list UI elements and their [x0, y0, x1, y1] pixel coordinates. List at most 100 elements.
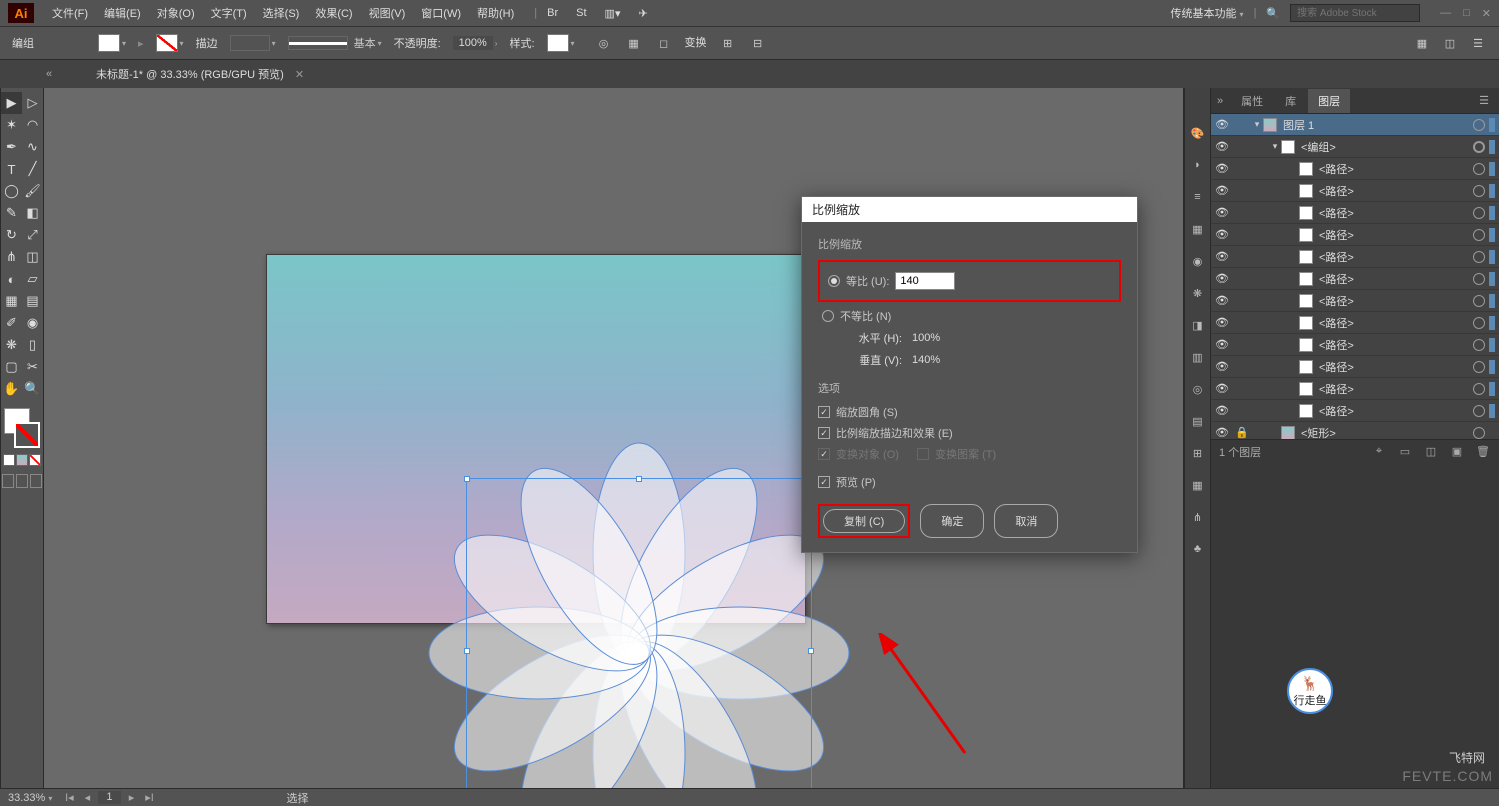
ok-button[interactable]: 确定	[920, 504, 984, 538]
stroke-profile[interactable]: 基本▾	[288, 35, 382, 51]
grid-panel-icon[interactable]: ▦	[1189, 476, 1207, 494]
layer-name[interactable]: <路径>	[1319, 403, 1473, 419]
lasso-tool[interactable]: ◠	[22, 114, 43, 136]
bridge-icon[interactable]: Br	[539, 3, 566, 23]
selection-bounding-box[interactable]	[466, 478, 812, 788]
perspective-tool[interactable]: ▱	[22, 268, 43, 290]
locate-layer-icon[interactable]: ⌖	[1371, 445, 1387, 458]
free-transform-tool[interactable]: ◫	[22, 246, 43, 268]
draw-inside[interactable]	[30, 474, 42, 488]
collapse-icon[interactable]: «	[46, 68, 52, 80]
uniform-radio[interactable]	[828, 275, 840, 287]
layer-name[interactable]: <路径>	[1319, 183, 1473, 199]
zoom-tool[interactable]: 🔍	[22, 378, 43, 400]
menu-item[interactable]: 效果(C)	[307, 1, 360, 25]
target-icon[interactable]	[1473, 119, 1485, 131]
layer-name[interactable]: <路径>	[1319, 359, 1473, 375]
collapse-panels-icon[interactable]: »	[1217, 95, 1223, 107]
symbols-panel-icon[interactable]: ❋	[1189, 284, 1207, 302]
tree-panel-icon[interactable]: ⋔	[1189, 508, 1207, 526]
tab-layers[interactable]: 图层	[1308, 89, 1350, 113]
vertical-value[interactable]: 140%	[908, 353, 944, 367]
isolate-icon[interactable]: ⊞	[719, 34, 737, 52]
preview-checkbox[interactable]	[818, 476, 830, 488]
layer-name[interactable]: <编组>	[1301, 139, 1473, 155]
menu-item[interactable]: 对象(O)	[149, 1, 203, 25]
layer-name[interactable]: <矩形>	[1301, 425, 1473, 440]
shape-icon[interactable]: ◻	[655, 34, 673, 52]
target-icon[interactable]	[1473, 295, 1485, 307]
style-swatch[interactable]: ▾	[547, 34, 575, 52]
visibility-toggle[interactable]: 👁	[1211, 118, 1233, 131]
layer-name[interactable]: 图层 1	[1283, 117, 1473, 133]
blend-tool[interactable]: ◉	[22, 312, 43, 334]
disclosure-icon[interactable]: ▾	[1269, 141, 1281, 152]
draw-behind[interactable]	[16, 474, 28, 488]
target-icon[interactable]	[1473, 141, 1485, 153]
mesh-tool[interactable]: ▦	[1, 290, 22, 312]
layer-name[interactable]: <路径>	[1319, 227, 1473, 243]
menu-item[interactable]: 帮助(H)	[469, 1, 522, 25]
target-icon[interactable]	[1473, 339, 1485, 351]
visibility-toggle[interactable]: 👁	[1211, 272, 1233, 285]
ellipse-tool[interactable]: ◯	[1, 180, 22, 202]
target-icon[interactable]	[1473, 207, 1485, 219]
layer-row[interactable]: 👁 ▾ 图层 1	[1211, 114, 1499, 136]
target-icon[interactable]	[1473, 163, 1485, 175]
brushes-panel-icon[interactable]: ◉	[1189, 252, 1207, 270]
transparency-panel-icon[interactable]: ◨	[1189, 316, 1207, 334]
opacity-field[interactable]: 100%›	[453, 36, 498, 50]
stroke-panel-icon[interactable]: ≡	[1189, 188, 1207, 206]
menu-item[interactable]: 视图(V)	[361, 1, 414, 25]
layer-row[interactable]: 👁 <路径>	[1211, 224, 1499, 246]
target-icon[interactable]	[1473, 317, 1485, 329]
zoom-level[interactable]: 33.33% ▾	[8, 792, 52, 804]
recolor-icon[interactable]: ◎	[595, 34, 613, 52]
pen-tool[interactable]: ✒	[1, 136, 22, 158]
close-button[interactable]: ✕	[1482, 7, 1491, 20]
slice-tool[interactable]: ✂	[22, 356, 43, 378]
line-tool[interactable]: ╱	[22, 158, 43, 180]
visibility-toggle[interactable]: 👁	[1211, 140, 1233, 153]
shaper-tool[interactable]: ✎	[1, 202, 22, 224]
search-icon[interactable]: 🔍	[1266, 7, 1280, 20]
color-mode-fill[interactable]	[3, 454, 15, 466]
rocket-icon[interactable]: ✈	[630, 3, 655, 24]
fill-swatch[interactable]: ▾	[98, 34, 126, 52]
rotate-tool[interactable]: ↻	[1, 224, 22, 246]
layer-row[interactable]: 👁 <路径>	[1211, 378, 1499, 400]
arrange-icon[interactable]: ▥▾	[597, 3, 629, 24]
layer-row[interactable]: 👁 <路径>	[1211, 158, 1499, 180]
shape-builder-tool[interactable]: ◐	[1, 268, 22, 290]
delete-layer-icon[interactable]: 🗑	[1475, 445, 1491, 458]
layer-row[interactable]: 👁 🔒 <矩形>	[1211, 422, 1499, 439]
visibility-toggle[interactable]: 👁	[1211, 426, 1233, 439]
cancel-button[interactable]: 取消	[994, 504, 1058, 538]
layer-row[interactable]: 👁 <路径>	[1211, 290, 1499, 312]
layer-row[interactable]: 👁 <路径>	[1211, 334, 1499, 356]
layer-name[interactable]: <路径>	[1319, 315, 1473, 331]
artboard-tool[interactable]: ▢	[1, 356, 22, 378]
visibility-toggle[interactable]: 👁	[1211, 382, 1233, 395]
panel-menu-icon[interactable]: ☰	[1469, 34, 1487, 52]
gradient-tool[interactable]: ▤	[22, 290, 43, 312]
target-icon[interactable]	[1473, 185, 1485, 197]
dialog-title[interactable]: 比例缩放	[802, 197, 1137, 222]
visibility-toggle[interactable]: 👁	[1211, 316, 1233, 329]
visibility-toggle[interactable]: 👁	[1211, 360, 1233, 373]
layer-row[interactable]: 👁 ▾ <编组>	[1211, 136, 1499, 158]
align-icon[interactable]: ▦	[625, 34, 643, 52]
uniform-input[interactable]	[895, 272, 955, 290]
panel-toggle-1-icon[interactable]: ▦	[1413, 34, 1431, 52]
eyedropper-tool[interactable]: ✐	[1, 312, 22, 334]
target-icon[interactable]	[1473, 427, 1485, 439]
artboard-number[interactable]: 1	[98, 791, 120, 804]
layer-name[interactable]: <路径>	[1319, 337, 1473, 353]
curvature-tool[interactable]: ∿	[22, 136, 43, 158]
appearance-panel-icon[interactable]: ◎	[1189, 380, 1207, 398]
visibility-toggle[interactable]: 👁	[1211, 250, 1233, 263]
gradient-panel-icon[interactable]: ▥	[1189, 348, 1207, 366]
layer-row[interactable]: 👁 <路径>	[1211, 246, 1499, 268]
hand-tool[interactable]: ✋	[1, 378, 22, 400]
stock-icon[interactable]: St	[568, 3, 594, 23]
